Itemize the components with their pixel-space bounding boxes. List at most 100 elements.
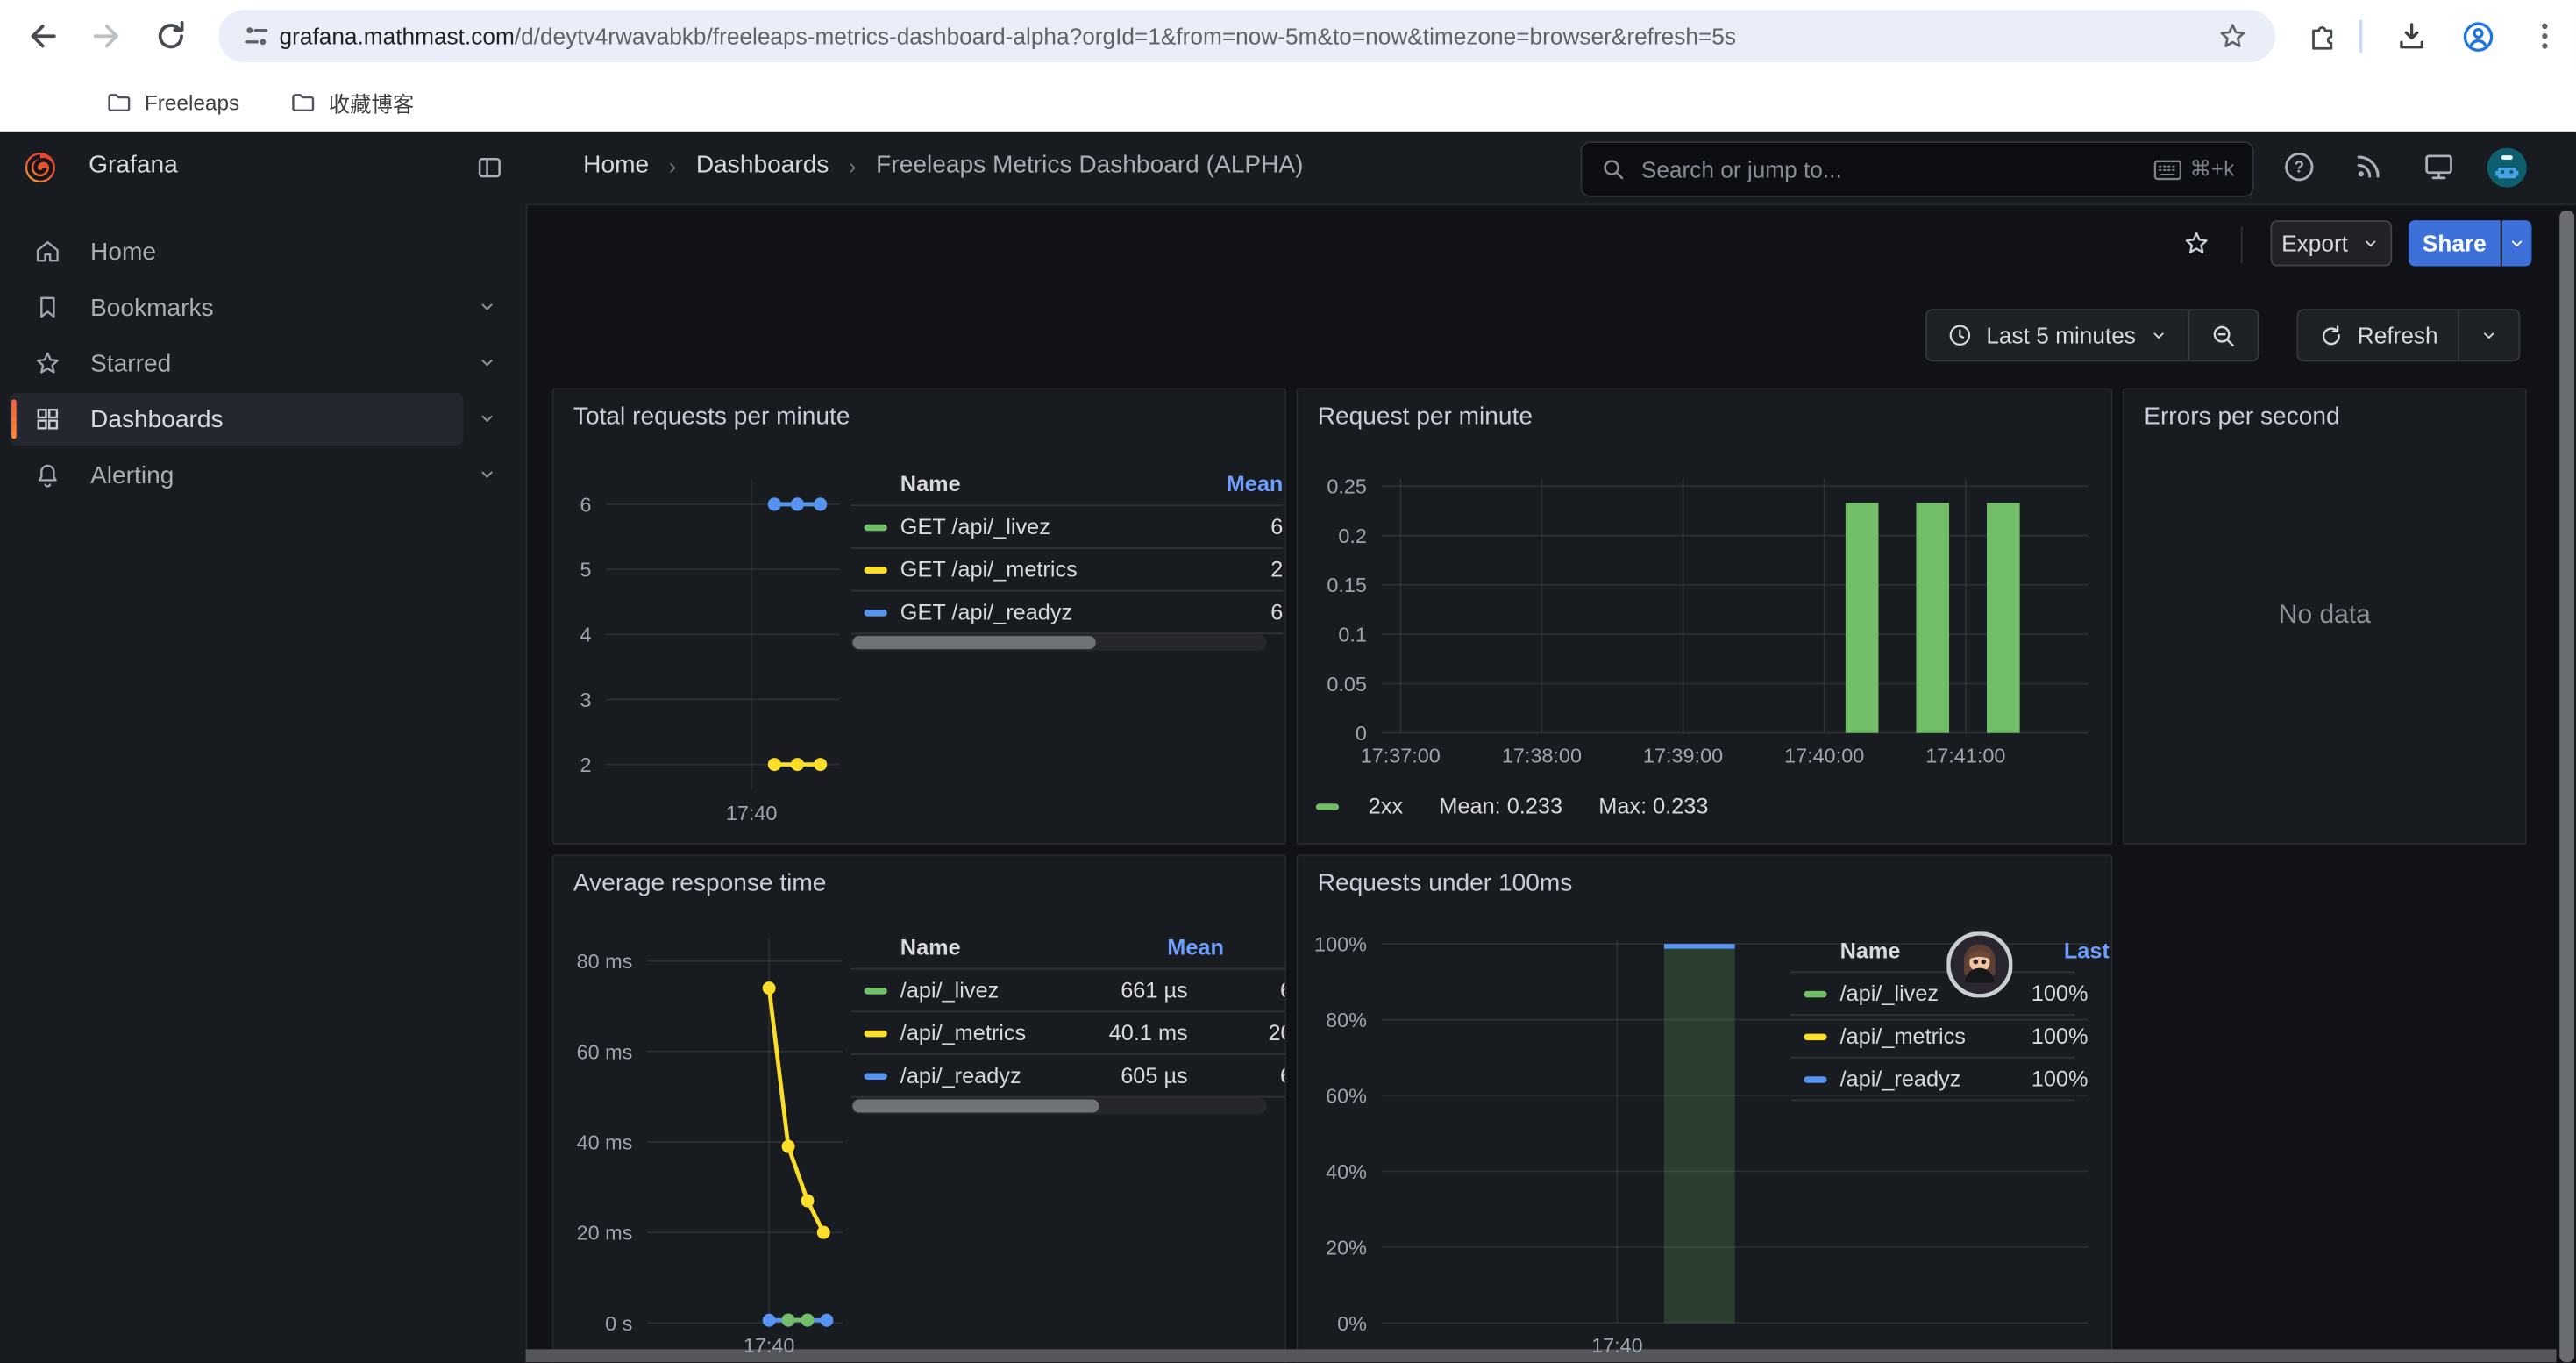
panel-errors-per-second[interactable]: Errors per second No data [2123, 388, 2527, 845]
zoom-out-time-button[interactable] [2190, 310, 2258, 360]
svg-text:0.1: 0.1 [1338, 624, 1367, 646]
chevron-down-icon[interactable] [476, 463, 499, 486]
legend-row[interactable]: GET /api/_readyz6 [851, 592, 1284, 635]
legend-value: 6 [1130, 514, 1283, 539]
search-input[interactable]: Search or jump to... ⌘+k [1581, 141, 2254, 197]
bookmark-star-icon[interactable] [2217, 19, 2249, 52]
legend-header-value: Last * [1224, 934, 1286, 959]
download-icon[interactable] [2395, 19, 2428, 52]
breadcrumb: Home › Dashboards › Freeleaps Metrics Da… [583, 151, 1303, 179]
breadcrumb-dashboards[interactable]: Dashboards [696, 151, 829, 179]
sidebar-toggle-icon[interactable] [475, 153, 505, 182]
panel-title[interactable]: Requests under 100ms [1318, 869, 1573, 897]
sidebar-item-bookmarks[interactable]: Bookmarks [0, 280, 526, 336]
sidebar-item-alerting[interactable]: Alerting [0, 447, 526, 503]
url-bar[interactable]: grafana.mathmast.com/d/deytv4rwavabkb/fr… [218, 10, 2275, 62]
series-color-pill [865, 566, 887, 572]
series-color-pill [1804, 1033, 1826, 1039]
legend-row[interactable]: /api/_livez661 µs646 µs [851, 969, 1287, 1012]
assistant-avatar[interactable] [1946, 931, 2012, 997]
legend-row[interactable]: /api/_metrics40.1 ms20.5 ms [851, 1012, 1287, 1055]
bookmark-folder-freeleaps[interactable]: Freeleaps [105, 82, 239, 122]
svg-text:17:41:00: 17:41:00 [1925, 744, 2005, 767]
user-avatar[interactable] [2487, 148, 2527, 188]
svg-text:100%: 100% [1314, 933, 1367, 956]
series-color-pill [865, 987, 887, 993]
chevron-down-icon[interactable] [476, 296, 499, 318]
svg-text:3: 3 [580, 689, 592, 711]
profile-icon[interactable] [2461, 19, 2494, 52]
svg-text:80 ms: 80 ms [577, 950, 633, 973]
time-controls-group: Last 5 minutes [1925, 309, 2259, 361]
bookmark-icon [32, 293, 62, 323]
legend-row[interactable]: /api/_readyz100% [1790, 1059, 2074, 1102]
legend-row[interactable]: /api/_readyz605 µs620 µs [851, 1055, 1287, 1098]
breadcrumb-home[interactable]: Home [583, 151, 649, 179]
legend-row[interactable]: /api/_livez100% [1790, 973, 2074, 1016]
svg-text:0%: 0% [1337, 1312, 1367, 1335]
grafana-app: Grafana Home › Dashboards › Freeleaps Me… [0, 132, 2576, 1362]
export-button[interactable]: Export [2270, 220, 2392, 266]
sidebar-item-home[interactable]: Home [0, 224, 526, 280]
panel-average-response-time[interactable]: Average response time 80 ms60 ms40 ms20 … [552, 854, 1287, 1362]
refresh-interval-button[interactable] [2459, 310, 2518, 360]
legend-series-name[interactable]: GET /api/_metrics [851, 557, 1131, 582]
svg-text:17:37:00: 17:37:00 [1361, 744, 1441, 767]
reload-icon[interactable] [154, 19, 187, 52]
sidebar-item-dashboards[interactable]: Dashboards [0, 391, 526, 447]
site-settings-icon[interactable] [241, 21, 271, 51]
svg-text:80%: 80% [1326, 1009, 1367, 1031]
svg-text:20%: 20% [1326, 1236, 1367, 1259]
bell-icon [32, 460, 62, 490]
legend-series-name[interactable]: /api/_readyz [1790, 1067, 1984, 1091]
share-menu-button[interactable] [2502, 220, 2532, 266]
legend-series-name[interactable]: GET /api/_readyz [851, 600, 1131, 624]
legend-table: NameLast */api/_livez100%/api/_metrics10… [1790, 929, 2074, 1102]
chevron-down-icon[interactable] [476, 352, 499, 375]
forward-icon[interactable] [90, 19, 123, 52]
chevron-down-icon[interactable] [476, 408, 499, 431]
legend-series-name[interactable]: /api/_metrics [851, 1021, 1062, 1045]
monitor-icon[interactable] [2422, 150, 2456, 184]
panel-request-per-minute[interactable]: Request per minute 0.250.20.150.10.05017… [1296, 388, 2112, 845]
legend-header-row: NameLast * [1790, 929, 2074, 974]
panel-requests-under-100ms[interactable]: Requests under 100ms 100%80%60%40%20%0%1… [1296, 854, 2112, 1362]
panel-title[interactable]: Errors per second [2144, 403, 2339, 431]
sidebar-item-starred[interactable]: Starred [0, 335, 526, 391]
sidebar: HomeBookmarksStarredDashboardsAlerting [0, 203, 527, 1362]
legend-table: NameMeanGET /api/_livez6GET /api/_metric… [851, 462, 1284, 635]
svg-text:40%: 40% [1326, 1160, 1367, 1183]
legend-series-name[interactable]: /api/_readyz [851, 1063, 1062, 1088]
screen: grafana.mathmast.com/d/deytv4rwavabkb/fr… [0, 0, 2576, 1362]
panel-total-requests-per-minute[interactable]: Total requests per minute 6543217:40 Nam… [552, 388, 1287, 845]
help-icon[interactable]: ? [2282, 150, 2316, 184]
grafana-logo-icon[interactable] [21, 148, 59, 186]
legend-row[interactable]: GET /api/_metrics2 [851, 549, 1284, 592]
favorite-dashboard-star-icon[interactable] [2181, 228, 2211, 258]
legend-series-name[interactable]: GET /api/_livez [851, 514, 1131, 539]
news-rss-icon[interactable] [2352, 150, 2385, 182]
grafana-brand[interactable]: Grafana [89, 151, 178, 179]
time-range-picker[interactable]: Last 5 minutes [1927, 310, 2188, 360]
legend-scrollbar[interactable] [851, 634, 1267, 651]
browser-menu-icon[interactable] [2530, 19, 2563, 52]
back-icon[interactable] [26, 19, 59, 52]
legend-series-name[interactable]: /api/_livez [851, 978, 1062, 1003]
bookmark-folder-blogs[interactable]: 收藏博客 [289, 82, 414, 122]
keyboard-icon [2153, 159, 2181, 180]
share-button[interactable]: Share [2409, 220, 2501, 266]
legend-series-name[interactable]: /api/_metrics [1790, 1024, 1984, 1048]
extensions-icon[interactable] [2307, 19, 2339, 52]
legend-header-value: Mean [1130, 471, 1283, 496]
legend-row[interactable]: /api/_metrics100% [1790, 1016, 2074, 1059]
toolbar-divider [2241, 227, 2243, 263]
legend-scrollbar[interactable] [851, 1098, 1267, 1115]
vertical-scrollbar[interactable] [2559, 211, 2574, 1362]
panel-title[interactable]: Average response time [573, 869, 827, 897]
url-text[interactable]: grafana.mathmast.com/d/deytv4rwavabkb/fr… [280, 23, 2194, 49]
panel-title[interactable]: Total requests per minute [573, 403, 850, 431]
panel-title[interactable]: Request per minute [1318, 403, 1533, 431]
refresh-button[interactable]: Refresh [2298, 310, 2458, 360]
legend-row[interactable]: GET /api/_livez6 [851, 506, 1284, 549]
legend-series-name[interactable]: 2xx [1369, 794, 1403, 818]
